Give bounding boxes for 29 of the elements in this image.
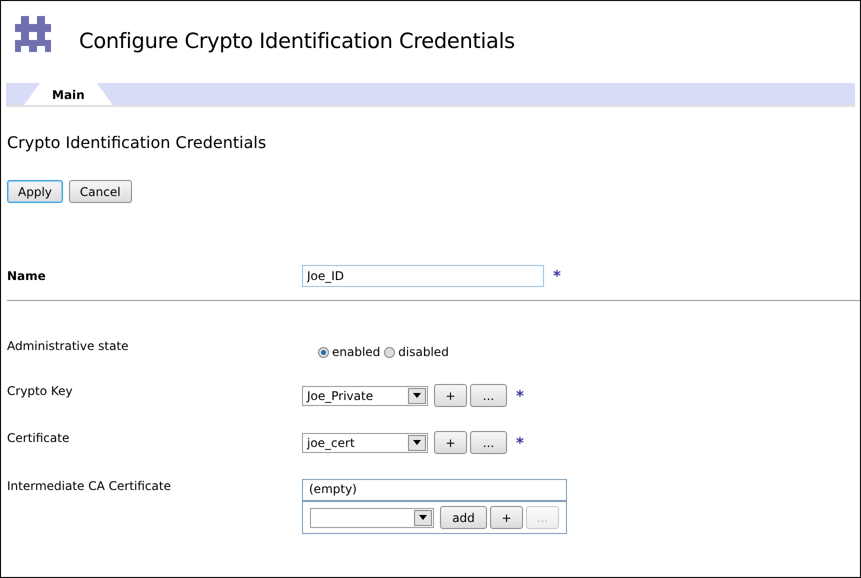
logo-icon [13, 14, 53, 54]
tab[interactable]: Main [24, 83, 113, 105]
row-button[interactable]: + [434, 384, 467, 407]
required-mark: * [516, 386, 524, 404]
row-button[interactable]: add [440, 506, 487, 529]
dropdown-value: joe_cert [307, 436, 355, 450]
radio-icon[interactable] [384, 346, 396, 358]
window-title: Configure Crypto Identification Credentials [79, 29, 515, 53]
section-title: Crypto Identification Credentials [7, 133, 268, 152]
row-button[interactable]: + [490, 506, 523, 529]
row-button[interactable]: ... [470, 431, 507, 454]
radio-icon[interactable] [318, 346, 329, 358]
action-button[interactable]: Apply [7, 180, 63, 203]
field-label: Certificate [7, 431, 70, 447]
dropdown-value: Joe_Private [307, 388, 374, 402]
row-button[interactable]: ... [470, 384, 507, 407]
field-label: Name [7, 269, 47, 283]
dropdown[interactable]: joe_cert [302, 432, 428, 452]
field-label: Administrative state [7, 339, 130, 355]
radio-option[interactable]: enabled [318, 345, 380, 359]
list-item[interactable]: (empty) [303, 480, 566, 502]
action-button[interactable]: Cancel [68, 180, 132, 203]
field-label: Intermediate CA Certificate [7, 479, 172, 495]
radio-option[interactable]: disabled [384, 345, 449, 359]
dropdown[interactable]: Joe_Private [302, 386, 428, 406]
row-button[interactable]: + [434, 431, 467, 454]
field-label: Crypto Key [7, 384, 74, 400]
required-mark: * [516, 434, 524, 452]
required-mark: * [553, 267, 561, 285]
